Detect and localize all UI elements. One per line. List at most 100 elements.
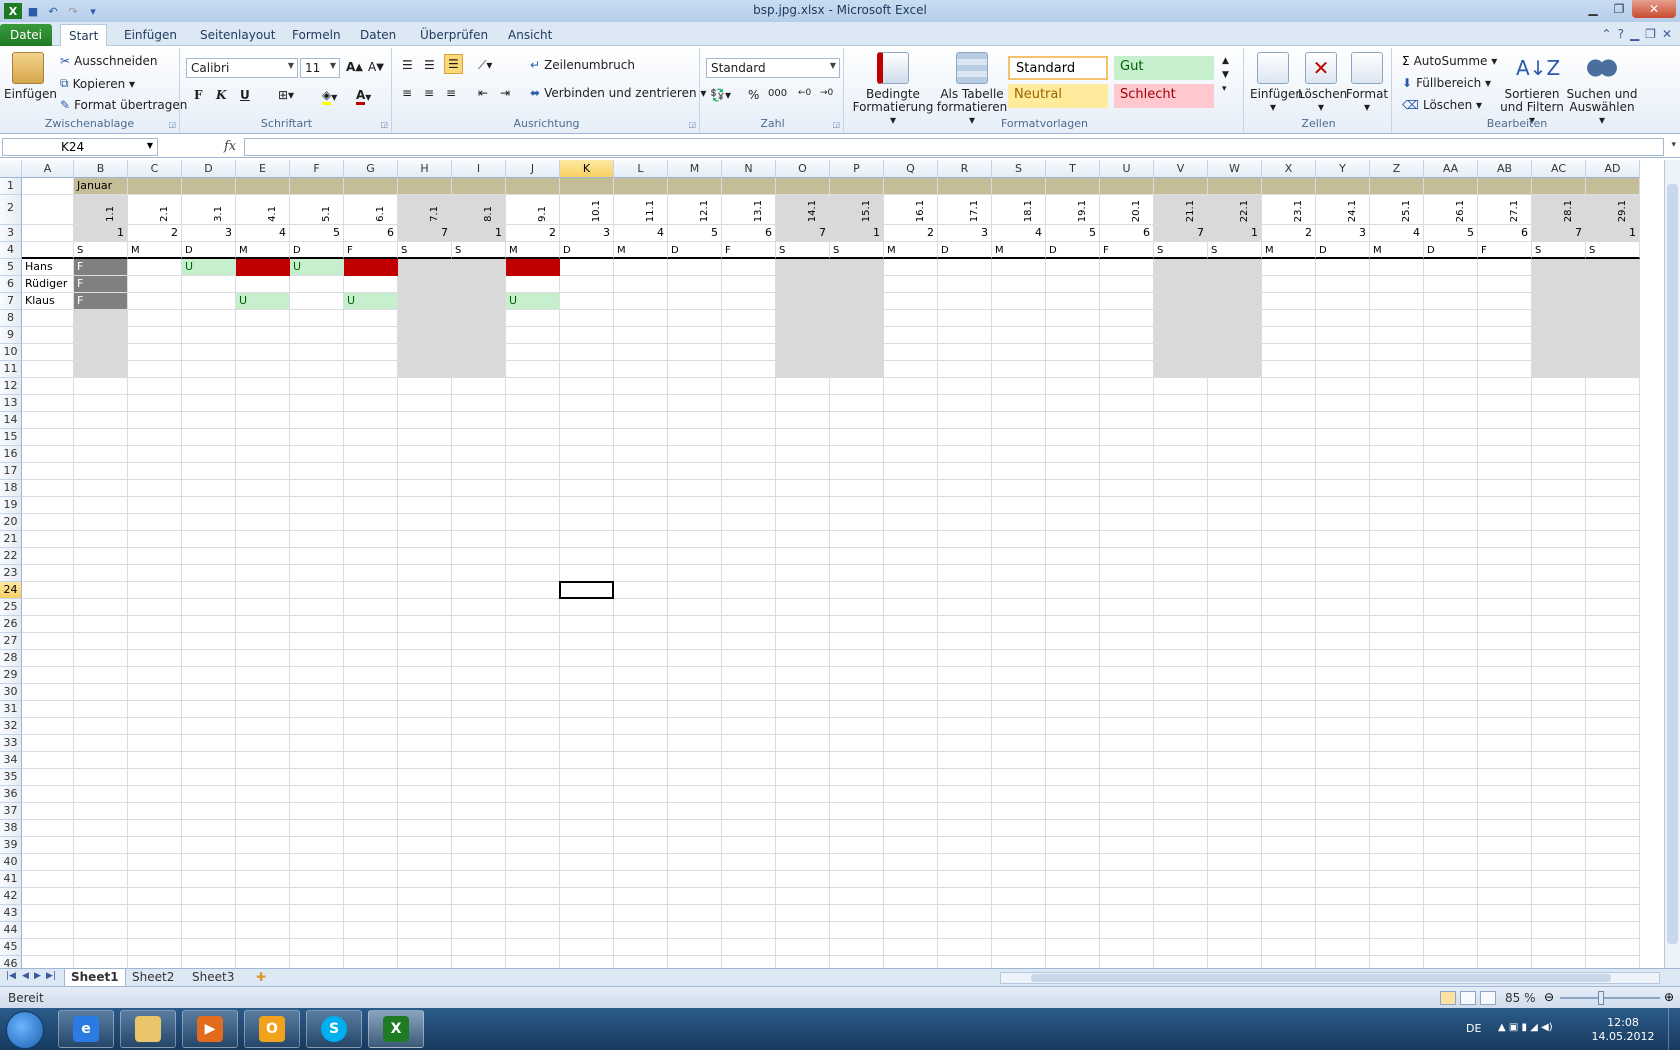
- cell[interactable]: [182, 582, 236, 599]
- cell[interactable]: [668, 752, 722, 769]
- cell[interactable]: [506, 956, 560, 968]
- column-header-t[interactable]: T: [1046, 160, 1100, 178]
- cell[interactable]: [452, 769, 506, 786]
- cell[interactable]: 3: [182, 225, 236, 242]
- cell[interactable]: [128, 701, 182, 718]
- row-header[interactable]: 42: [0, 888, 22, 905]
- cell[interactable]: [1262, 344, 1316, 361]
- cell[interactable]: [74, 718, 128, 735]
- cell[interactable]: [398, 718, 452, 735]
- cell[interactable]: [1262, 412, 1316, 429]
- cell[interactable]: 5: [1424, 225, 1478, 242]
- cell[interactable]: [1316, 429, 1370, 446]
- cell[interactable]: [1424, 888, 1478, 905]
- cell[interactable]: [398, 327, 452, 344]
- cell[interactable]: [938, 480, 992, 497]
- row-header[interactable]: 4: [0, 242, 22, 259]
- cell[interactable]: [1370, 582, 1424, 599]
- cell[interactable]: [74, 412, 128, 429]
- cell[interactable]: 11.1: [614, 195, 668, 225]
- cell[interactable]: [614, 803, 668, 820]
- cell[interactable]: [1208, 786, 1262, 803]
- cell[interactable]: [290, 939, 344, 956]
- cell[interactable]: [1100, 463, 1154, 480]
- cell[interactable]: [1424, 905, 1478, 922]
- cell[interactable]: [1046, 854, 1100, 871]
- cell[interactable]: [1532, 429, 1586, 446]
- cell[interactable]: [1532, 361, 1586, 378]
- cell[interactable]: [128, 582, 182, 599]
- cell[interactable]: [1046, 178, 1100, 195]
- border-icon[interactable]: ⊞▾: [278, 88, 294, 102]
- cell[interactable]: [74, 871, 128, 888]
- cell[interactable]: [22, 463, 74, 480]
- row-header[interactable]: 41: [0, 871, 22, 888]
- cell[interactable]: [614, 684, 668, 701]
- cell[interactable]: [1100, 344, 1154, 361]
- cell[interactable]: [22, 854, 74, 871]
- cell[interactable]: 1: [74, 225, 128, 242]
- cell[interactable]: [776, 395, 830, 412]
- cell[interactable]: [1586, 429, 1640, 446]
- cell[interactable]: [452, 463, 506, 480]
- cell[interactable]: [884, 650, 938, 667]
- cell[interactable]: [22, 395, 74, 412]
- cell[interactable]: [1208, 701, 1262, 718]
- cell[interactable]: [884, 259, 938, 276]
- restore-icon[interactable]: ❐: [1606, 0, 1632, 18]
- cell[interactable]: [1532, 888, 1586, 905]
- cell[interactable]: [992, 837, 1046, 854]
- cell[interactable]: [344, 922, 398, 939]
- cell[interactable]: [1424, 752, 1478, 769]
- cell[interactable]: [182, 871, 236, 888]
- cell[interactable]: [1532, 820, 1586, 837]
- cell[interactable]: [182, 497, 236, 514]
- cell[interactable]: [1586, 718, 1640, 735]
- cell[interactable]: [614, 718, 668, 735]
- cell[interactable]: [1046, 752, 1100, 769]
- cell[interactable]: [290, 871, 344, 888]
- cell[interactable]: [1478, 429, 1532, 446]
- cell[interactable]: M: [1370, 242, 1424, 259]
- align-bottom-icon[interactable]: ☰: [444, 54, 463, 74]
- cell[interactable]: [1424, 293, 1478, 310]
- active-cell[interactable]: [559, 581, 614, 599]
- cell[interactable]: [992, 888, 1046, 905]
- cell[interactable]: [1262, 395, 1316, 412]
- cell[interactable]: [722, 769, 776, 786]
- cell[interactable]: [722, 412, 776, 429]
- increase-indent-icon[interactable]: ⇥: [500, 86, 510, 100]
- cell[interactable]: [1316, 837, 1370, 854]
- cell[interactable]: [1316, 871, 1370, 888]
- cell[interactable]: [74, 854, 128, 871]
- zoom-level[interactable]: 85 %: [1505, 991, 1536, 1005]
- row-header[interactable]: 29: [0, 667, 22, 684]
- cell[interactable]: [938, 769, 992, 786]
- cell[interactable]: 17.1: [938, 195, 992, 225]
- cell[interactable]: [290, 582, 344, 599]
- column-header-m[interactable]: M: [668, 160, 722, 178]
- cell[interactable]: [1262, 446, 1316, 463]
- sheet-tab-1[interactable]: Sheet1: [64, 969, 126, 986]
- cell[interactable]: 1: [1208, 225, 1262, 242]
- cell[interactable]: [668, 650, 722, 667]
- cell[interactable]: [1208, 837, 1262, 854]
- cell[interactable]: [506, 718, 560, 735]
- row-header[interactable]: 27: [0, 633, 22, 650]
- cell[interactable]: [344, 786, 398, 803]
- cell[interactable]: [344, 497, 398, 514]
- cell[interactable]: [1478, 939, 1532, 956]
- cell[interactable]: [668, 633, 722, 650]
- cell[interactable]: [1370, 752, 1424, 769]
- cell[interactable]: [1586, 446, 1640, 463]
- cell[interactable]: [452, 259, 506, 276]
- column-header-ad[interactable]: AD: [1586, 160, 1640, 178]
- cell[interactable]: [560, 548, 614, 565]
- cell[interactable]: [398, 684, 452, 701]
- cell[interactable]: [830, 616, 884, 633]
- cell[interactable]: [128, 956, 182, 968]
- cell[interactable]: [74, 582, 128, 599]
- cell[interactable]: [830, 293, 884, 310]
- align-top-icon[interactable]: ☰: [402, 58, 413, 72]
- cell[interactable]: [668, 582, 722, 599]
